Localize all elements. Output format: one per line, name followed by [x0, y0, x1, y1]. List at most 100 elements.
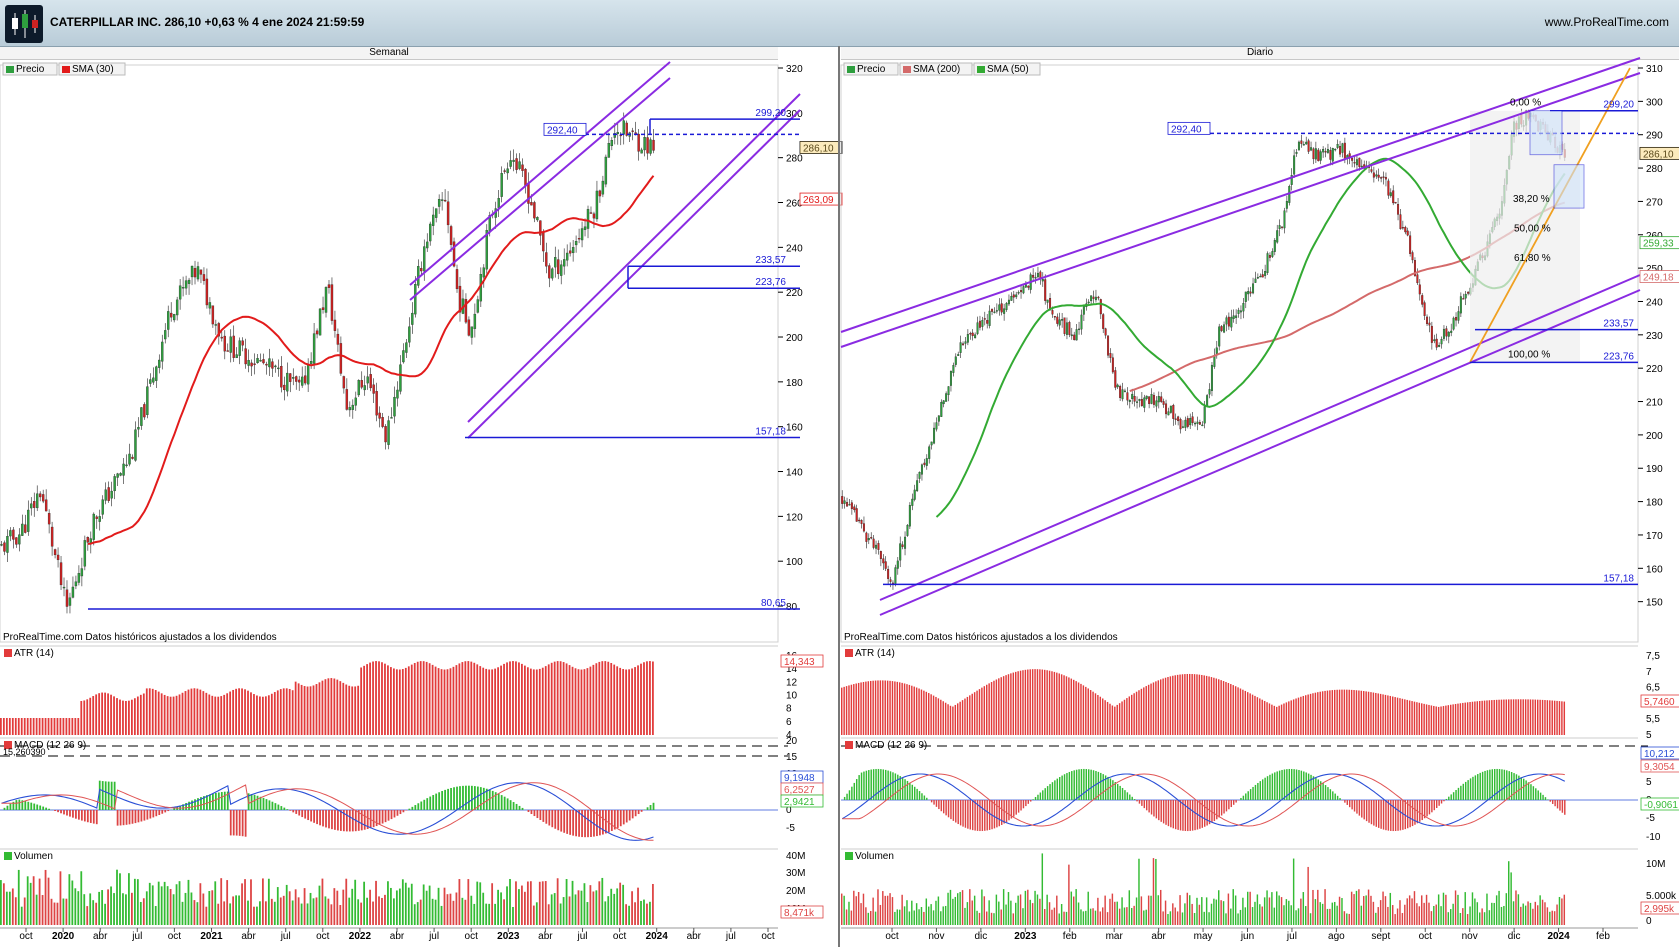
weekly-level-label: 299,20: [755, 108, 786, 119]
atr-bar: [1309, 693, 1312, 735]
macd-histogram-bar: [265, 799, 268, 810]
candle-body: [604, 156, 608, 185]
volume-bar: [1126, 907, 1128, 925]
volume-bar: [1160, 889, 1162, 925]
volume-bar: [133, 878, 136, 925]
candle-body: [1140, 398, 1143, 407]
macd-histogram-bar: [1054, 780, 1056, 800]
volume-bar: [860, 903, 862, 925]
volume-bar: [1109, 898, 1111, 925]
volume-bar: [952, 898, 954, 925]
macd-histogram-bar: [1158, 800, 1160, 821]
volume-bar: [1060, 904, 1063, 925]
macd-histogram-bar: [1274, 772, 1276, 800]
volume-bar: [68, 874, 71, 925]
candle-body: [80, 568, 84, 577]
atr-bar: [259, 696, 261, 735]
macd-histogram-bar: [1290, 768, 1293, 800]
atr-bar: [1462, 702, 1464, 735]
candle-body: [190, 265, 194, 278]
volume-bar: [903, 906, 906, 925]
candle-body: [1174, 418, 1177, 420]
daily-macd-value: 9,3054: [1644, 762, 1675, 773]
atr-bar: [324, 679, 327, 735]
volume-bar: [911, 900, 913, 925]
macd-histogram-bar: [530, 810, 533, 815]
volume-bar: [1114, 901, 1116, 925]
atr-bar: [86, 699, 89, 735]
volume-bar: [1283, 905, 1285, 925]
candle-body: [908, 505, 911, 527]
macd-histogram-bar: [399, 810, 402, 815]
atr-bar: [908, 684, 911, 735]
volume-bar: [855, 896, 857, 925]
candle-body: [1225, 317, 1228, 325]
macd-histogram-bar: [268, 800, 271, 810]
volume-bar: [1479, 912, 1481, 925]
atr-bar: [1445, 705, 1447, 735]
volume-bar: [110, 886, 112, 925]
volume-bar: [1271, 892, 1273, 925]
candle-body: [515, 158, 518, 170]
weekly-channel-line: [467, 93, 801, 423]
atr-bar: [628, 669, 630, 735]
atr-bar: [1097, 695, 1099, 735]
atr-bar: [1065, 676, 1068, 735]
candle-body: [586, 209, 590, 229]
candle-body: [24, 524, 27, 533]
candle-body: [1281, 226, 1284, 228]
weekly-channel-line: [409, 61, 671, 286]
volume-bar: [1048, 902, 1051, 925]
volume-bar: [425, 890, 428, 925]
weekly-volume-legend-swatch: [4, 852, 12, 860]
macd-histogram-bar: [42, 806, 45, 810]
candle-body: [1022, 286, 1025, 294]
atr-bar: [652, 661, 654, 735]
candle-body: [443, 199, 447, 202]
macd-histogram-bar: [1058, 777, 1061, 800]
atr-bar: [850, 684, 853, 735]
atr-bar: [1433, 705, 1435, 735]
volume-bar: [407, 887, 410, 925]
macd-histogram-bar: [441, 791, 444, 810]
atr-bar: [488, 669, 491, 735]
atr-bar: [1537, 699, 1539, 735]
candle-body: [1459, 296, 1462, 314]
volume-bar: [1355, 890, 1358, 925]
macd-histogram-bar: [244, 810, 247, 837]
macd-histogram-bar: [1462, 783, 1465, 800]
volume-bar: [1232, 889, 1234, 925]
atr-bar: [1483, 700, 1486, 735]
volume-bar: [1247, 891, 1249, 925]
volume-bar: [47, 877, 50, 925]
macd-histogram-bar: [930, 800, 933, 803]
candle-body: [1273, 240, 1276, 252]
macd-histogram-bar: [1513, 773, 1515, 800]
time-axis-label: abr: [687, 931, 702, 942]
volume-bar: [1017, 895, 1019, 925]
candle-body: [875, 544, 878, 549]
candle-body: [1189, 418, 1192, 426]
volume-bar: [616, 888, 619, 925]
volume-bar: [932, 910, 935, 925]
candle-body: [1051, 310, 1054, 315]
daily-axis-label: 210: [1646, 398, 1663, 409]
atr-bar: [870, 680, 872, 735]
candle-body: [1438, 344, 1441, 347]
candle-body: [369, 374, 372, 389]
charts-canvas[interactable]: 32030028026024022020018016014012010080Pr…: [0, 0, 1679, 947]
volume-bar: [378, 896, 380, 925]
volume-bar: [1532, 908, 1534, 925]
atr-bar: [512, 661, 514, 735]
atr-bar: [583, 669, 586, 735]
atr-bar: [1172, 675, 1174, 735]
volume-bar: [282, 895, 285, 925]
volume-bar: [526, 881, 529, 925]
atr-bar: [264, 696, 267, 735]
volume-bar: [26, 876, 29, 925]
atr-bar: [1169, 676, 1172, 735]
macd-histogram-bar: [1549, 800, 1552, 802]
candle-body: [969, 333, 972, 335]
volume-bar: [1510, 872, 1512, 925]
volume-bar: [610, 888, 613, 925]
